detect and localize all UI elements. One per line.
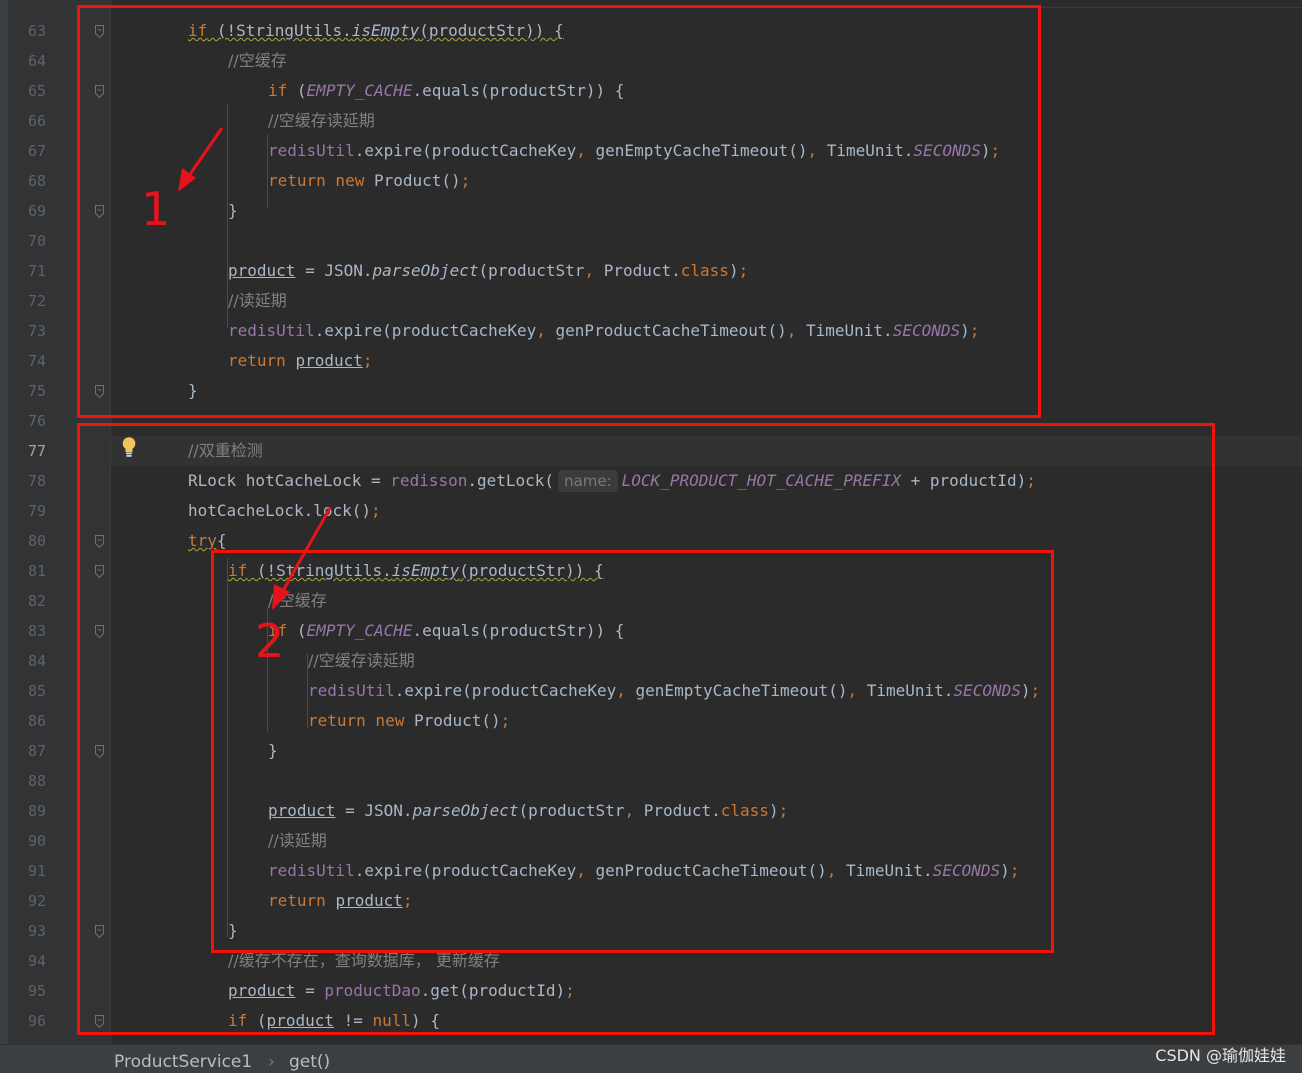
line-number: 82 (27, 592, 46, 610)
line-number: 89 (27, 802, 46, 820)
line-number: 92 (27, 892, 46, 910)
line-number: 90 (27, 832, 46, 850)
line-number: 94 (27, 952, 46, 970)
line-number: 69 (27, 202, 46, 220)
line-number: 76 (27, 412, 46, 430)
line-number: 63 (27, 22, 46, 40)
line-number: 64 (27, 52, 46, 70)
annotation-box-inner (211, 550, 1054, 953)
line-number: 73 (27, 322, 46, 340)
line-number: 83 (27, 622, 46, 640)
line-number: 77 (27, 442, 46, 460)
breadcrumb: ProductService1 › get() (0, 1044, 1302, 1073)
line-number: 86 (27, 712, 46, 730)
annotation-box-1 (77, 5, 1041, 418)
line-number: 70 (27, 232, 46, 250)
line-number: 88 (27, 772, 46, 790)
line-number: 66 (27, 112, 46, 130)
watermark: CSDN @瑜伽娃娃 (1155, 1046, 1286, 1065)
line-number: 80 (27, 532, 46, 550)
breadcrumb-class[interactable]: ProductService1 (114, 1052, 252, 1072)
line-number: 72 (27, 292, 46, 310)
line-number: 85 (27, 682, 46, 700)
annotation-label-2: 2 (255, 614, 285, 668)
breadcrumb-separator: › (268, 1052, 275, 1072)
line-number: 87 (27, 742, 46, 760)
line-number: 75 (27, 382, 46, 400)
line-number: 68 (27, 172, 46, 190)
line-number: 93 (27, 922, 46, 940)
code-editor[interactable]: 63 if (!StringUtils.isEmpty(productStr)) … (0, 0, 1302, 1073)
line-number: 78 (27, 472, 46, 490)
line-number: 67 (27, 142, 46, 160)
line-number: 74 (27, 352, 46, 370)
line-number: 81 (27, 562, 46, 580)
line-number: 65 (27, 82, 46, 100)
line-number: 96 (27, 1012, 46, 1030)
line-number: 95 (27, 982, 46, 1000)
breadcrumb-method[interactable]: get() (289, 1052, 330, 1072)
line-number: 84 (27, 652, 46, 670)
annotation-label-1: 1 (141, 182, 171, 236)
line-number: 79 (27, 502, 46, 520)
tool-window-strip (0, 0, 8, 1072)
line-number: 71 (27, 262, 46, 280)
line-number: 91 (27, 862, 46, 880)
